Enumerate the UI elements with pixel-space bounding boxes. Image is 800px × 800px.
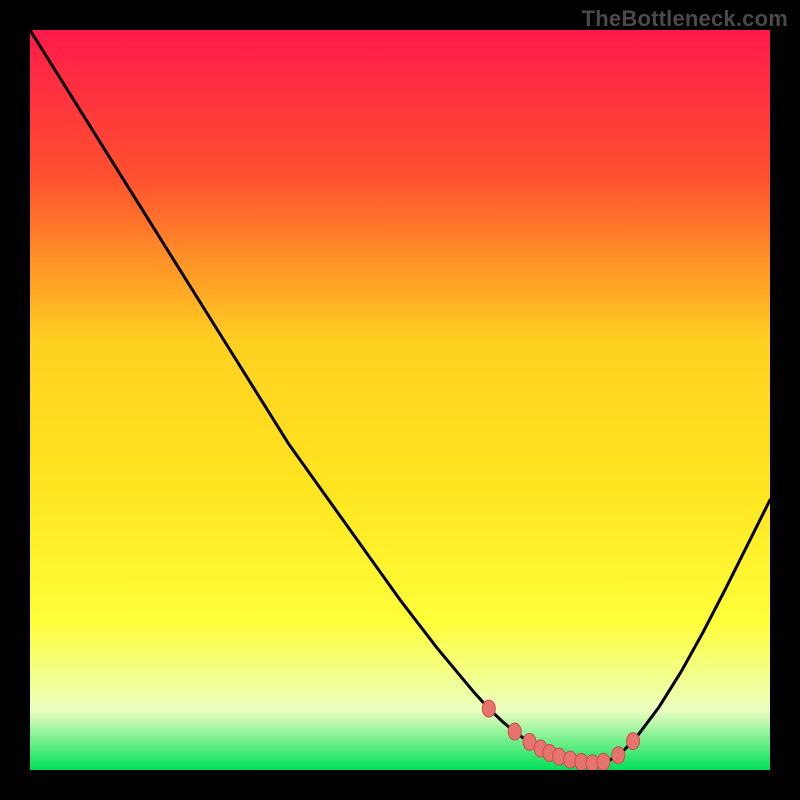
marker-dot	[627, 733, 640, 750]
marker-dot	[508, 723, 521, 740]
chart-frame: TheBottleneck.com	[0, 0, 800, 800]
marker-dot	[597, 753, 610, 770]
plot-svg	[30, 30, 770, 770]
gradient-background	[30, 30, 770, 770]
marker-dot	[482, 700, 495, 717]
watermark-text: TheBottleneck.com	[582, 6, 788, 32]
marker-dot	[612, 747, 625, 764]
plot-area	[30, 30, 770, 770]
